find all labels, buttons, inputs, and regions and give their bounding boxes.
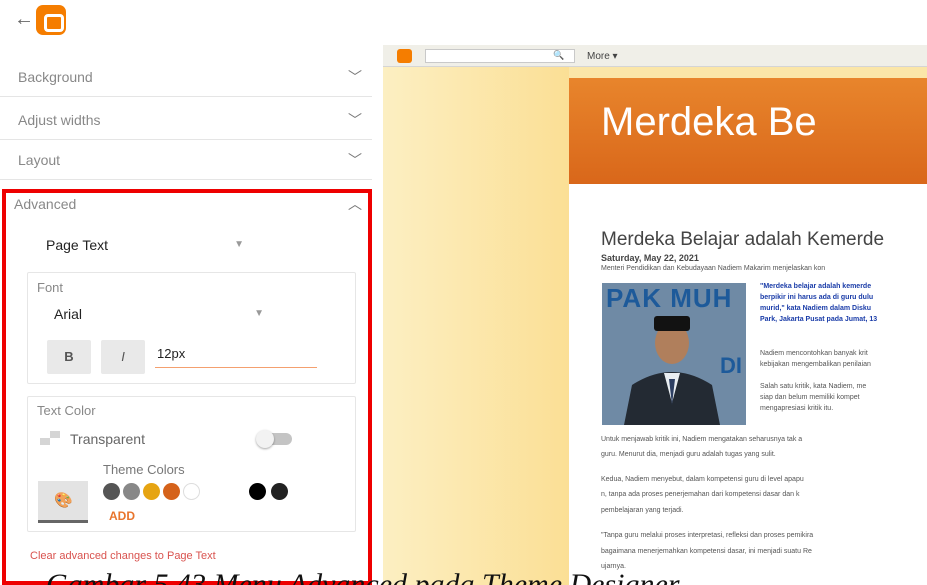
text-line: murid," kata Nadiem dalam Disku	[760, 305, 872, 312]
text-line: kebijakan mengembalikan penilaian	[760, 361, 871, 368]
text-line: "Tanpa guru melalui proses interpretasi,…	[601, 532, 814, 539]
chevron-up-icon[interactable]: ︿	[348, 194, 362, 214]
person-figure	[624, 316, 720, 425]
blog-title[interactable]: Merdeka Be	[601, 100, 817, 145]
color-swatch[interactable]	[143, 483, 160, 500]
transparent-toggle[interactable]	[256, 430, 292, 448]
chevron-down-icon: ﹀	[348, 152, 362, 168]
post-title[interactable]: Merdeka Belajar adalah Kemerde	[601, 229, 884, 251]
text-line: Nadiem mencontohkan banyak krit	[760, 350, 868, 357]
font-title: Font	[37, 280, 64, 295]
blogger-navbar: 🔍 More ▾	[383, 45, 927, 67]
chevron-down-icon: ﹀	[348, 69, 362, 85]
font-family-value: Arial	[54, 306, 83, 322]
blog-header: Merdeka Be	[569, 78, 927, 184]
post-photo: PAK MUH DI	[602, 283, 746, 425]
palette-icon: 🎨	[54, 492, 73, 509]
section-layout[interactable]: Layout ﹀	[0, 140, 372, 180]
text-color-title: Text Color	[37, 403, 96, 418]
text-line: berpikir ini harus ada di guru dulu	[760, 294, 874, 301]
section-background[interactable]: Background ﹀	[0, 57, 372, 97]
color-swatch[interactable]	[103, 483, 120, 500]
element-select[interactable]: Page Text ▼	[46, 233, 266, 261]
element-select-value: Page Text	[46, 237, 109, 253]
color-swatch[interactable]	[271, 483, 288, 500]
text-line: n, tanpa ada proses penerjemahan dari ko…	[601, 491, 800, 498]
post-date: Saturday, May 22, 2021	[601, 253, 699, 263]
transparent-label: Transparent	[70, 431, 145, 447]
text-line: bagaimana menerjemahkan kompetensi dasar…	[601, 548, 812, 555]
chevron-down-icon: ﹀	[348, 112, 362, 128]
bold-button[interactable]: B	[47, 340, 91, 374]
top-bar: ←	[0, 0, 380, 40]
text-line: Salah satu kritik, kata Nadiem, me	[760, 383, 867, 390]
text-line: Untuk menjawab kritik ini, Nadiem mengat…	[601, 436, 803, 443]
section-label: Layout	[18, 152, 61, 168]
transparent-checker-icon	[40, 431, 62, 445]
blogger-logo-icon	[36, 5, 66, 35]
preview-background	[383, 65, 569, 585]
color-swatch[interactable]	[183, 483, 200, 500]
section-label: Adjust widths	[18, 112, 101, 128]
italic-button[interactable]: I	[101, 340, 145, 374]
font-size-input[interactable]: 12px	[155, 346, 317, 368]
text-line: Park, Jakarta Pusat pada Jumat, 13	[760, 316, 878, 323]
palette-button[interactable]: 🎨	[38, 481, 88, 521]
palette-underline	[38, 520, 88, 523]
back-arrow-icon[interactable]: ←	[14, 8, 34, 31]
nav-more-menu[interactable]: More ▾	[587, 51, 618, 62]
search-icon[interactable]: 🔍	[553, 50, 564, 61]
section-label: Background	[18, 69, 93, 85]
section-advanced-label[interactable]: Advanced	[14, 196, 76, 212]
add-color-button[interactable]: ADD	[109, 509, 135, 523]
figure-caption: Gambar 5.43 Menu Advanced pada Theme Des…	[46, 568, 680, 585]
clear-advanced-link[interactable]: Clear advanced changes to Page Text	[30, 550, 216, 562]
text-line: mengapresiasi kritik itu.	[760, 405, 834, 412]
text-line: "Merdeka belajar adalah kemerde	[760, 283, 872, 290]
text-line: pembelajaran yang terjadi.	[601, 507, 684, 514]
text-line: Kedua, Nadiem menyebut, dalam kompetensi…	[601, 476, 804, 483]
font-family-select[interactable]: Arial ▼	[54, 304, 264, 326]
text-line: siap dan belum memiliki kompet	[760, 394, 860, 401]
color-swatch[interactable]	[249, 483, 266, 500]
post-intro: Menteri Pendidikan dan Kebudayaan Nadiem…	[601, 265, 826, 272]
dropdown-caret-icon: ▼	[254, 308, 264, 319]
dropdown-caret-icon: ▼	[234, 239, 244, 250]
color-swatch[interactable]	[123, 483, 140, 500]
theme-colors-label: Theme Colors	[103, 462, 185, 477]
text-line: guru. Menurut dia, menjadi guru adalah t…	[601, 451, 776, 458]
color-swatch[interactable]	[163, 483, 180, 500]
blogger-nav-logo-icon[interactable]	[397, 49, 412, 63]
section-adjust-widths[interactable]: Adjust widths ﹀	[0, 100, 372, 140]
